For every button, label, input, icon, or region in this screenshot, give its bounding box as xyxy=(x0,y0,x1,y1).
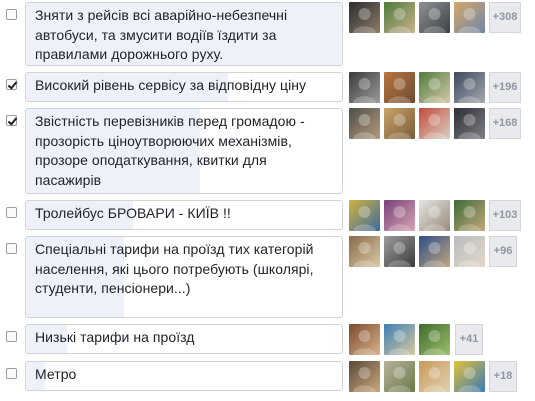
voter-avatar[interactable] xyxy=(454,236,485,267)
person-silhouette-icon xyxy=(423,78,446,103)
voter-avatar[interactable] xyxy=(454,108,485,139)
voter-avatar[interactable] xyxy=(384,2,415,33)
person-silhouette-icon xyxy=(353,114,376,139)
more-voters-badge[interactable]: +308 xyxy=(489,2,521,33)
voter-avatar[interactable] xyxy=(454,200,485,231)
option-label: Метро xyxy=(35,366,77,382)
person-silhouette-icon xyxy=(388,8,411,33)
option-label: Зняти з рейсів всі аварійно-небезпечні а… xyxy=(35,7,288,62)
voter-avatar[interactable] xyxy=(349,236,380,267)
voter-avatar[interactable] xyxy=(419,236,450,267)
option-box[interactable]: Звістність перевізників перед громадою -… xyxy=(25,108,343,194)
voter-avatar[interactable] xyxy=(419,108,450,139)
voter-avatar[interactable] xyxy=(454,361,485,392)
more-voters-badge[interactable]: +18 xyxy=(489,361,517,392)
poll-option-row: Метро +18 xyxy=(0,361,535,392)
poll-option-row: Спеціальні тарифи на проїзд тих категорі… xyxy=(0,236,535,318)
poll-option-row: Високий рівень сервісу за відповідну цін… xyxy=(0,72,535,103)
person-silhouette-icon xyxy=(388,206,411,231)
person-silhouette-icon xyxy=(423,330,446,355)
option-label: Високий рівень сервісу за відповідну цін… xyxy=(35,77,307,93)
person-silhouette-icon xyxy=(353,367,376,392)
option-box[interactable]: Низькі тарифи на проїзд xyxy=(25,324,343,354)
option-label: Низькі тарифи на проїзд xyxy=(35,329,195,345)
vote-checkbox[interactable] xyxy=(6,115,17,126)
voter-avatar[interactable] xyxy=(349,361,380,392)
voter-avatar[interactable] xyxy=(384,200,415,231)
voter-avatar[interactable] xyxy=(349,72,380,103)
more-voters-badge[interactable]: +103 xyxy=(489,200,521,231)
poll-option-row: Зняти з рейсів всі аварійно-небезпечні а… xyxy=(0,2,535,66)
voter-avatar[interactable] xyxy=(419,324,450,355)
more-voters-badge[interactable]: +168 xyxy=(489,108,521,139)
person-silhouette-icon xyxy=(388,367,411,392)
person-silhouette-icon xyxy=(458,8,481,33)
person-silhouette-icon xyxy=(353,242,376,267)
person-silhouette-icon xyxy=(388,78,411,103)
voter-avatar[interactable] xyxy=(349,324,380,355)
more-voters-badge[interactable]: +196 xyxy=(489,72,521,103)
voter-avatar[interactable] xyxy=(454,2,485,33)
person-silhouette-icon xyxy=(353,206,376,231)
person-silhouette-icon xyxy=(458,242,481,267)
voter-avatar[interactable] xyxy=(384,361,415,392)
person-silhouette-icon xyxy=(388,242,411,267)
voter-avatar[interactable] xyxy=(349,2,380,33)
person-silhouette-icon xyxy=(353,78,376,103)
option-label: Тролейбус БРОВАРИ - КИЇВ !! xyxy=(35,205,231,221)
option-box[interactable]: Метро xyxy=(25,361,343,391)
person-silhouette-icon xyxy=(458,78,481,103)
voter-avatar[interactable] xyxy=(349,200,380,231)
person-silhouette-icon xyxy=(353,330,376,355)
more-voters-badge[interactable]: +96 xyxy=(489,236,517,267)
voter-avatar[interactable] xyxy=(419,2,450,33)
voter-avatar[interactable] xyxy=(384,236,415,267)
option-label: Спеціальні тарифи на проїзд тих категорі… xyxy=(35,241,314,296)
person-silhouette-icon xyxy=(423,114,446,139)
voter-avatar[interactable] xyxy=(419,72,450,103)
option-box[interactable]: Тролейбус БРОВАРИ - КИЇВ !! xyxy=(25,200,343,230)
voter-avatar[interactable] xyxy=(384,72,415,103)
vote-checkbox[interactable] xyxy=(6,9,17,20)
poll-option-row: Тролейбус БРОВАРИ - КИЇВ !! +103 xyxy=(0,200,535,231)
person-silhouette-icon xyxy=(423,206,446,231)
person-silhouette-icon xyxy=(423,8,446,33)
person-silhouette-icon xyxy=(388,114,411,139)
person-silhouette-icon xyxy=(458,367,481,392)
voter-avatar[interactable] xyxy=(454,72,485,103)
option-box[interactable]: Спеціальні тарифи на проїзд тих категорі… xyxy=(25,236,343,318)
more-voters-badge[interactable]: +41 xyxy=(455,324,483,355)
voter-avatar[interactable] xyxy=(384,324,415,355)
voter-avatar[interactable] xyxy=(384,108,415,139)
poll-option-row: Низькі тарифи на проїзд +41 xyxy=(0,324,535,355)
voter-avatar[interactable] xyxy=(419,200,450,231)
option-box[interactable]: Зняти з рейсів всі аварійно-небезпечні а… xyxy=(25,2,343,66)
voter-avatar[interactable] xyxy=(419,361,450,392)
vote-checkbox[interactable] xyxy=(6,368,17,379)
person-silhouette-icon xyxy=(388,330,411,355)
person-silhouette-icon xyxy=(423,242,446,267)
vote-checkbox[interactable] xyxy=(6,243,17,254)
voter-avatar[interactable] xyxy=(349,108,380,139)
vote-checkbox[interactable] xyxy=(6,79,17,90)
poll-option-row: Звістність перевізників перед громадою -… xyxy=(0,108,535,194)
person-silhouette-icon xyxy=(458,206,481,231)
vote-checkbox[interactable] xyxy=(6,207,17,218)
option-label: Звістність перевізників перед громадою -… xyxy=(35,113,305,188)
person-silhouette-icon xyxy=(423,367,446,392)
person-silhouette-icon xyxy=(353,8,376,33)
person-silhouette-icon xyxy=(458,114,481,139)
vote-checkbox[interactable] xyxy=(6,331,17,342)
option-box[interactable]: Високий рівень сервісу за відповідну цін… xyxy=(25,72,343,102)
